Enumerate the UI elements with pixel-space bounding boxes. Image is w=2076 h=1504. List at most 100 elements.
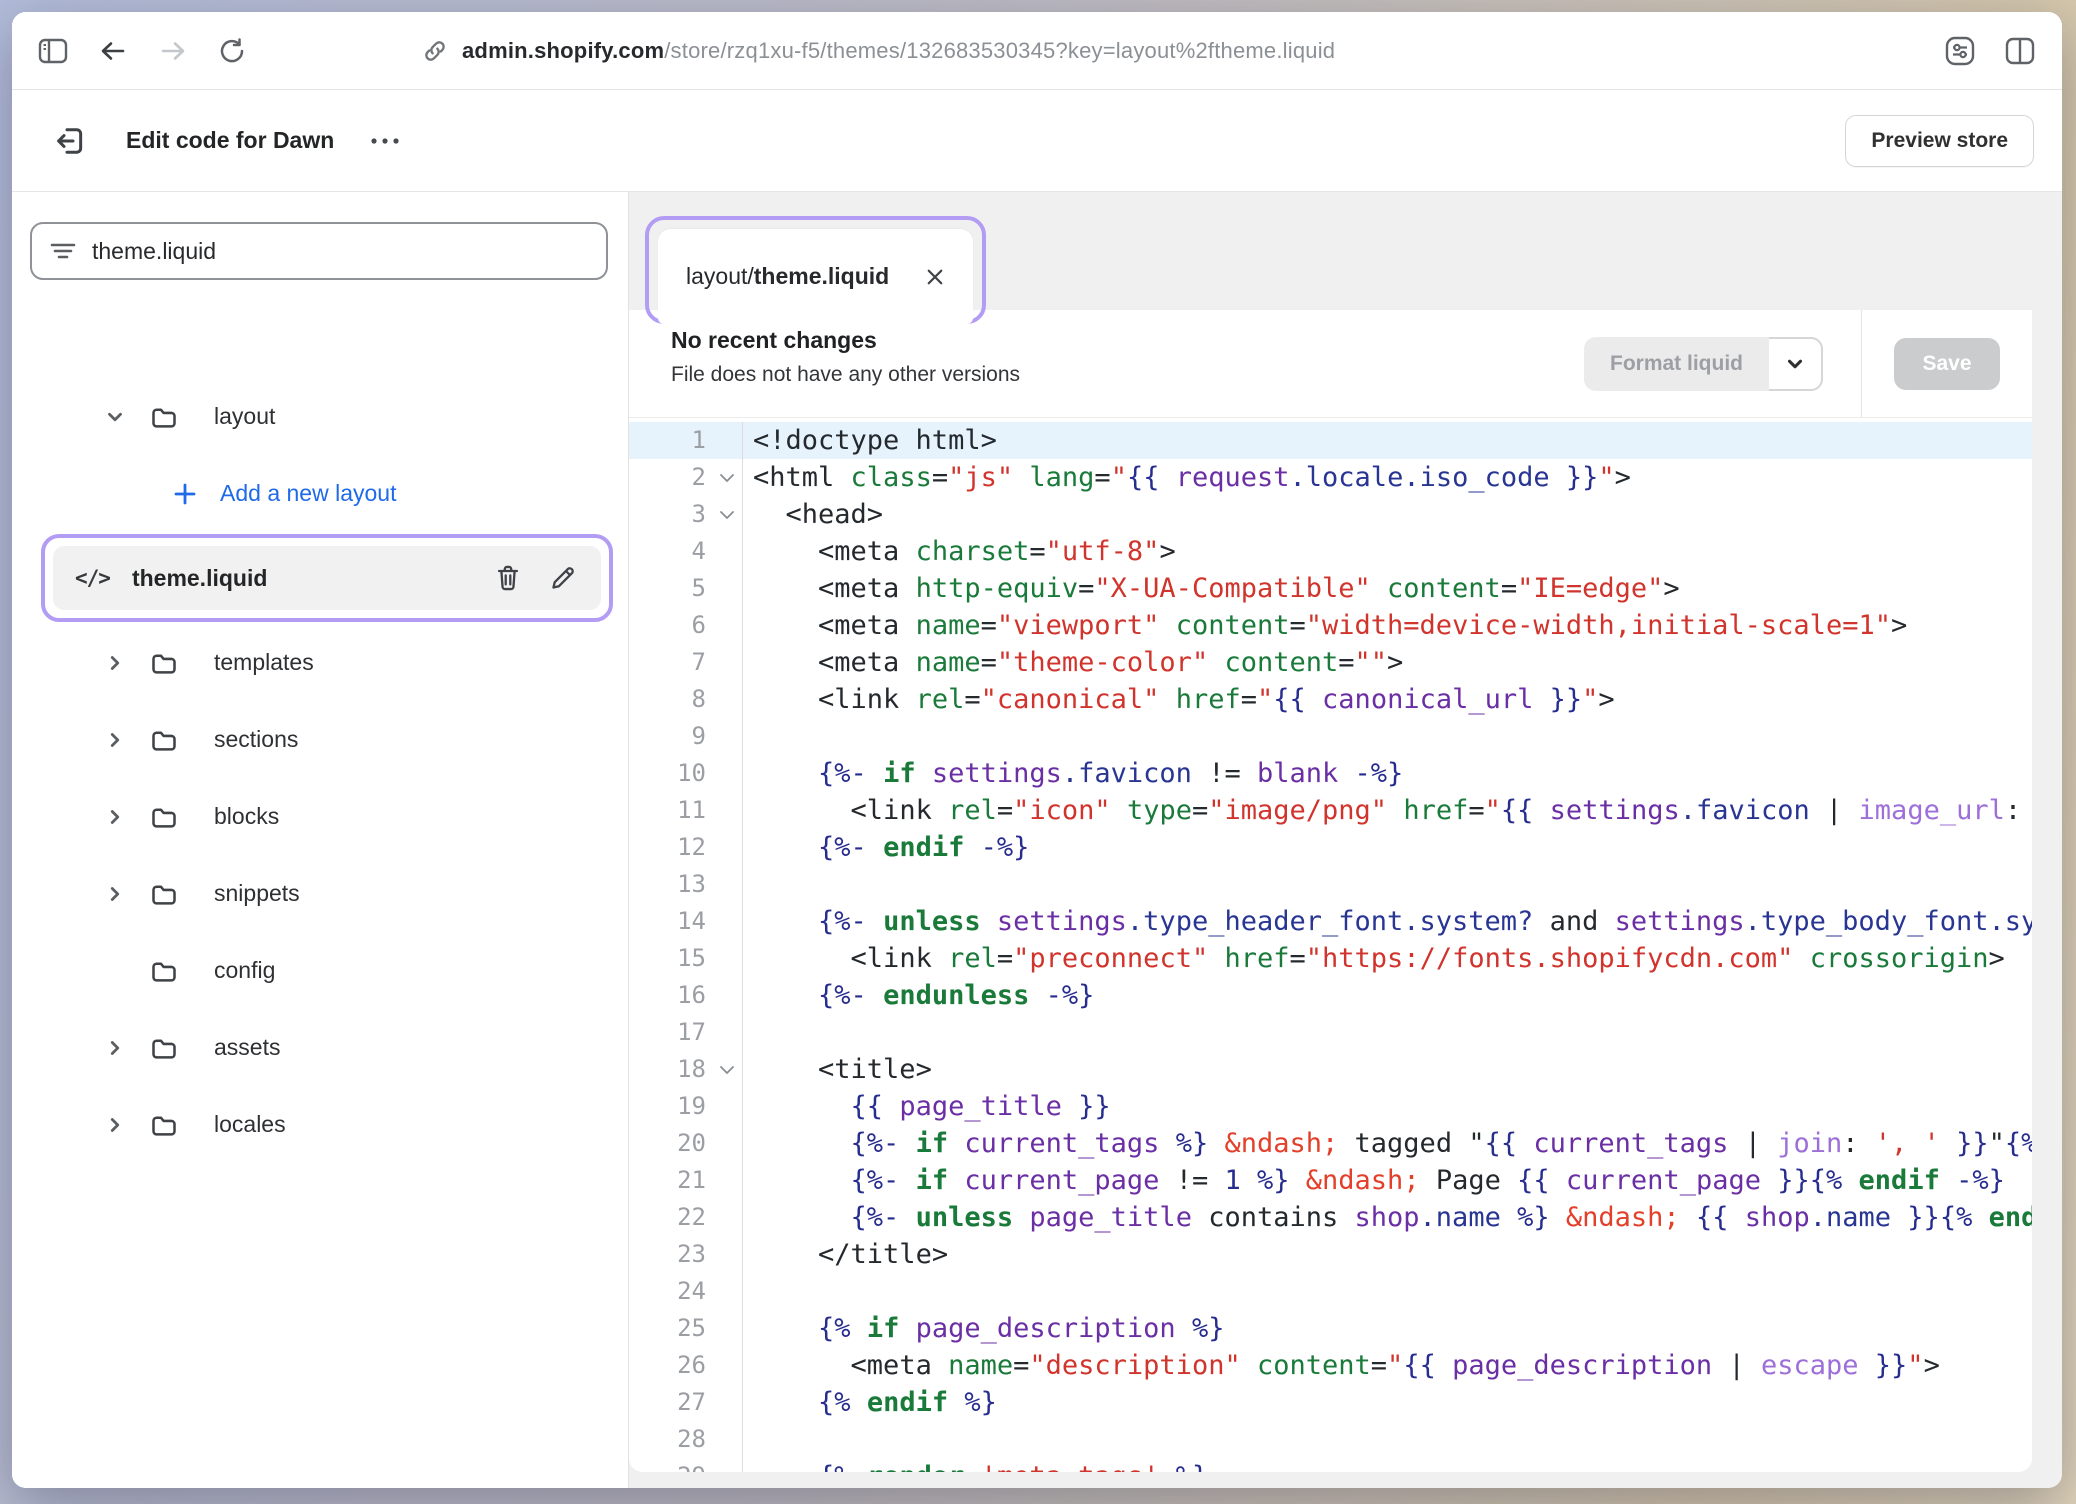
code-text: {{ page_title }}: [743, 1088, 2032, 1125]
sidebar-toggle-icon[interactable]: [38, 38, 68, 64]
folder-sections[interactable]: sections: [12, 701, 628, 778]
code-line-3[interactable]: 3 <head>: [629, 496, 2032, 533]
fold-placeholder: [712, 607, 742, 644]
fold-placeholder: [712, 718, 742, 755]
line-number: 11: [629, 792, 712, 829]
fold-placeholder: [712, 681, 742, 718]
chevron-right-icon[interactable]: [104, 652, 150, 674]
code-line-14[interactable]: 14 {%- unless settings.type_header_font.…: [629, 903, 2032, 940]
version-status: No recent changes: [671, 327, 1584, 354]
file-theme-liquid[interactable]: </> theme.liquid: [53, 546, 601, 610]
chevron-right-icon[interactable]: [104, 1037, 150, 1059]
line-gutter: 4: [629, 533, 743, 570]
code-line-20[interactable]: 20 {%- if current_tags %} &ndash; tagged…: [629, 1125, 2032, 1162]
code-line-8[interactable]: 8 <link rel="canonical" href="{{ canonic…: [629, 681, 2032, 718]
code-line-7[interactable]: 7 <meta name="theme-color" content="">: [629, 644, 2032, 681]
exit-icon[interactable]: [52, 123, 88, 159]
fold-placeholder: [712, 1384, 742, 1421]
chevron-right-icon[interactable]: [104, 1114, 150, 1136]
line-gutter: 5: [629, 570, 743, 607]
add-new-layout[interactable]: Add a new layout: [12, 455, 628, 532]
code-line-1[interactable]: 1<!doctype html>: [629, 422, 2032, 459]
folder-blocks[interactable]: blocks: [12, 778, 628, 855]
code-line-13[interactable]: 13: [629, 866, 2032, 903]
preview-store-button[interactable]: Preview store: [1845, 115, 2034, 167]
fold-chevron-icon[interactable]: [712, 496, 742, 533]
folder-snippets[interactable]: snippets: [12, 855, 628, 932]
address-bar[interactable]: admin.shopify.com/store/rzq1xu-f5/themes…: [422, 38, 1924, 64]
folder-layout[interactable]: layout: [12, 378, 628, 455]
filter-icon: [50, 241, 76, 261]
folder-icon: [150, 1112, 214, 1138]
code-line-6[interactable]: 6 <meta name="viewport" content="width=d…: [629, 607, 2032, 644]
code-line-9[interactable]: 9: [629, 718, 2032, 755]
fold-placeholder: [712, 1125, 742, 1162]
chevron-right-icon[interactable]: [104, 806, 150, 828]
code-line-24[interactable]: 24: [629, 1273, 2032, 1310]
code-line-29[interactable]: 29 {% render 'meta-tags' %}: [629, 1458, 2032, 1472]
line-number: 2: [629, 459, 712, 496]
code-text: [743, 1421, 2032, 1458]
chevron-right-icon[interactable]: [104, 883, 150, 905]
line-gutter: 29: [629, 1458, 743, 1472]
rename-file-icon[interactable]: [549, 564, 577, 592]
folder-templates[interactable]: templates: [12, 624, 628, 701]
chevron-right-icon[interactable]: [104, 729, 150, 751]
fold-placeholder: [712, 755, 742, 792]
code-line-12[interactable]: 12 {%- endif -%}: [629, 829, 2032, 866]
line-gutter: 9: [629, 718, 743, 755]
browser-window: admin.shopify.com/store/rzq1xu-f5/themes…: [12, 12, 2062, 1488]
save-button[interactable]: Save: [1894, 338, 1999, 390]
format-liquid-button[interactable]: Format liquid: [1584, 337, 1769, 391]
fold-placeholder: [712, 1421, 742, 1458]
fold-chevron-icon[interactable]: [712, 1051, 742, 1088]
code-line-27[interactable]: 27 {% endif %}: [629, 1384, 2032, 1421]
code-line-22[interactable]: 22 {%- unless page_title contains shop.n…: [629, 1199, 2032, 1236]
folder-icon: [150, 1035, 214, 1061]
chevron-down-icon[interactable]: [104, 406, 150, 428]
code-line-15[interactable]: 15 <link rel="preconnect" href="https://…: [629, 940, 2032, 977]
file-search-input[interactable]: theme.liquid: [30, 222, 608, 280]
tab-theme-liquid[interactable]: layout/theme.liquid: [658, 229, 973, 324]
code-line-21[interactable]: 21 {%- if current_page != 1 %} &ndash; P…: [629, 1162, 2032, 1199]
fold-chevron-icon[interactable]: [712, 459, 742, 496]
close-tab-icon[interactable]: [925, 267, 945, 287]
more-actions-icon[interactable]: [368, 135, 402, 147]
code-line-11[interactable]: 11 <link rel="icon" type="image/png" hre…: [629, 792, 2032, 829]
code-line-2[interactable]: 2<html class="js" lang="{{ request.local…: [629, 459, 2032, 496]
code-line-5[interactable]: 5 <meta http-equiv="X-UA-Compatible" con…: [629, 570, 2032, 607]
code-text: <link rel="canonical" href="{{ canonical…: [743, 681, 2032, 718]
code-line-23[interactable]: 23 </title>: [629, 1236, 2032, 1273]
code-line-4[interactable]: 4 <meta charset="utf-8">: [629, 533, 2032, 570]
folder-config[interactable]: config: [12, 932, 628, 1009]
folder-assets[interactable]: assets: [12, 1009, 628, 1086]
code-text: [743, 1014, 2032, 1051]
code-line-25[interactable]: 25 {% if page_description %}: [629, 1310, 2032, 1347]
line-number: 13: [629, 866, 712, 903]
line-gutter: 25: [629, 1310, 743, 1347]
page-settings-icon[interactable]: [1944, 35, 1976, 67]
back-icon[interactable]: [98, 38, 128, 64]
reload-icon[interactable]: [218, 37, 246, 65]
split-view-icon[interactable]: [2004, 36, 2036, 66]
code-line-17[interactable]: 17: [629, 1014, 2032, 1051]
version-subtext: File does not have any other versions: [671, 363, 1584, 387]
code-line-28[interactable]: 28: [629, 1421, 2032, 1458]
code-line-10[interactable]: 10 {%- if settings.favicon != blank -%}: [629, 755, 2032, 792]
code-file-icon: </>: [75, 566, 110, 590]
code-line-16[interactable]: 16 {%- endunless -%}: [629, 977, 2032, 1014]
code-text: {%- endunless -%}: [743, 977, 2032, 1014]
code-line-19[interactable]: 19 {{ page_title }}: [629, 1088, 2032, 1125]
folder-locales[interactable]: locales: [12, 1086, 628, 1163]
code-line-26[interactable]: 26 <meta name="description" content="{{ …: [629, 1347, 2032, 1384]
code-text: {% if page_description %}: [743, 1310, 2032, 1347]
forward-icon[interactable]: [158, 38, 188, 64]
delete-file-icon[interactable]: [495, 564, 521, 592]
format-options-icon[interactable]: [1769, 337, 1823, 391]
code-editor[interactable]: 1<!doctype html>2<html class="js" lang="…: [629, 418, 2032, 1472]
app-header: Edit code for Dawn Preview store: [12, 90, 2062, 192]
code-line-18[interactable]: 18 <title>: [629, 1051, 2032, 1088]
code-text: <meta name="description" content="{{ pag…: [743, 1347, 2032, 1384]
code-text: <!doctype html>: [743, 422, 2032, 459]
line-gutter: 15: [629, 940, 743, 977]
